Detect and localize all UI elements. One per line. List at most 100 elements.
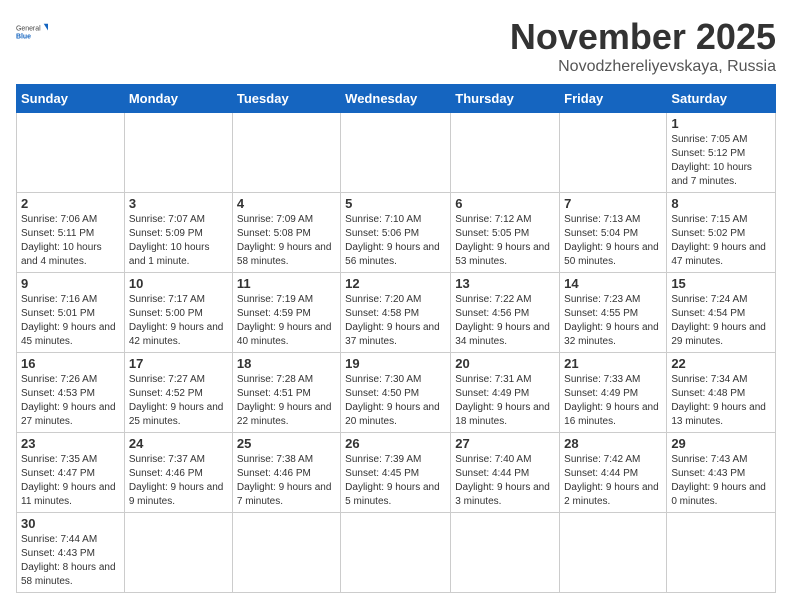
location: Novodzhereliyevskaya, Russia [510,58,776,76]
page-header: General Blue November 2025 Novodzhereliy… [16,16,776,76]
calendar-cell: 11 Sunrise: 7:19 AM Sunset: 4:59 PM Dayli… [232,273,340,353]
day-number: 11 [237,276,336,291]
calendar-week-4: 23Sunrise: 7:35 AM Sunset: 4:47 PM Dayli… [17,433,776,513]
calendar-cell [232,513,340,593]
calendar-cell: 4 Sunrise: 7:09 AM Sunset: 5:08 PM Daylig… [232,193,340,273]
day-info: Sunrise: 7:39 AM Sunset: 4:45 PM Dayligh… [345,453,446,509]
col-monday: Monday [124,85,232,113]
calendar-cell [17,113,125,193]
calendar-cell: 1 Sunrise: 7:05 AM Sunset: 5:12 PM Daylig… [667,113,776,193]
calendar-cell: 26 Sunrise: 7:39 AM Sunset: 4:45 PM Dayli… [341,433,451,513]
day-info: Sunrise: 7:05 AM Sunset: 5:12 PM Dayligh… [671,133,771,189]
calendar-cell: 25 Sunrise: 7:38 AM Sunset: 4:46 PM Dayli… [232,433,340,513]
col-thursday: Thursday [451,85,560,113]
day-number: 4 [237,196,336,211]
day-info: Sunrise: 7:17 AM Sunset: 5:00 PM Dayligh… [129,293,228,349]
day-info: Sunrise: 7:44 AM Sunset: 4:43 PM Dayligh… [21,533,120,589]
day-info: Sunrise: 7:23 AM Sunset: 4:55 PM Dayligh… [564,293,662,349]
day-number: 27 [455,436,555,451]
day-info: Sunrise: 7:06 AM Sunset: 5:11 PM Dayligh… [21,213,120,269]
col-friday: Friday [560,85,667,113]
logo: General Blue [16,16,48,48]
day-number: 30 [21,516,120,531]
calendar-cell: 8Sunrise: 7:15 AM Sunset: 5:02 PM Daylig… [667,193,776,273]
calendar-cell: 2Sunrise: 7:06 AM Sunset: 5:11 PM Daylig… [17,193,125,273]
col-tuesday: Tuesday [232,85,340,113]
calendar-cell: 9 Sunrise: 7:16 AM Sunset: 5:01 PM Daylig… [17,273,125,353]
calendar-cell: 21 Sunrise: 7:33 AM Sunset: 4:49 PM Dayli… [560,353,667,433]
calendar-cell: 17Sunrise: 7:27 AM Sunset: 4:52 PM Dayli… [124,353,232,433]
day-number: 14 [564,276,662,291]
day-number: 29 [671,436,771,451]
day-number: 15 [671,276,771,291]
day-number: 19 [345,356,446,371]
calendar-cell [667,513,776,593]
calendar-week-1: 2Sunrise: 7:06 AM Sunset: 5:11 PM Daylig… [17,193,776,273]
calendar-cell: 19 Sunrise: 7:30 AM Sunset: 4:50 PM Dayli… [341,353,451,433]
calendar-cell [124,113,232,193]
day-info: Sunrise: 7:09 AM Sunset: 5:08 PM Dayligh… [237,213,336,269]
calendar-cell: 20 Sunrise: 7:31 AM Sunset: 4:49 PM Dayli… [451,353,560,433]
day-info: Sunrise: 7:19 AM Sunset: 4:59 PM Dayligh… [237,293,336,349]
day-number: 18 [237,356,336,371]
day-info: Sunrise: 7:26 AM Sunset: 4:53 PM Dayligh… [21,373,120,429]
calendar-week-0: 1 Sunrise: 7:05 AM Sunset: 5:12 PM Daylig… [17,113,776,193]
calendar-week-3: 16 Sunrise: 7:26 AM Sunset: 4:53 PM Dayli… [17,353,776,433]
day-info: Sunrise: 7:38 AM Sunset: 4:46 PM Dayligh… [237,453,336,509]
day-number: 10 [129,276,228,291]
calendar-cell: 7Sunrise: 7:13 AM Sunset: 5:04 PM Daylig… [560,193,667,273]
calendar-cell [560,513,667,593]
day-info: Sunrise: 7:20 AM Sunset: 4:58 PM Dayligh… [345,293,446,349]
day-info: Sunrise: 7:27 AM Sunset: 4:52 PM Dayligh… [129,373,228,429]
col-sunday: Sunday [17,85,125,113]
day-info: Sunrise: 7:28 AM Sunset: 4:51 PM Dayligh… [237,373,336,429]
day-info: Sunrise: 7:10 AM Sunset: 5:06 PM Dayligh… [345,213,446,269]
day-info: Sunrise: 7:31 AM Sunset: 4:49 PM Dayligh… [455,373,555,429]
calendar-cell: 16 Sunrise: 7:26 AM Sunset: 4:53 PM Dayli… [17,353,125,433]
calendar-header: Sunday Monday Tuesday Wednesday Thursday… [17,85,776,113]
day-number: 1 [671,116,771,131]
day-number: 7 [564,196,662,211]
calendar-cell [341,513,451,593]
day-number: 20 [455,356,555,371]
calendar-cell: 12Sunrise: 7:20 AM Sunset: 4:58 PM Dayli… [341,273,451,353]
calendar-cell: 13Sunrise: 7:22 AM Sunset: 4:56 PM Dayli… [451,273,560,353]
title-block: November 2025 Novodzhereliyevskaya, Russ… [510,16,776,76]
col-wednesday: Wednesday [341,85,451,113]
day-number: 21 [564,356,662,371]
logo-svg: General Blue [16,16,48,48]
calendar-cell: 27 Sunrise: 7:40 AM Sunset: 4:44 PM Dayli… [451,433,560,513]
day-info: Sunrise: 7:15 AM Sunset: 5:02 PM Dayligh… [671,213,771,269]
calendar: Sunday Monday Tuesday Wednesday Thursday… [16,84,776,593]
day-number: 26 [345,436,446,451]
day-info: Sunrise: 7:37 AM Sunset: 4:46 PM Dayligh… [129,453,228,509]
day-number: 5 [345,196,446,211]
calendar-cell: 6Sunrise: 7:12 AM Sunset: 5:05 PM Daylig… [451,193,560,273]
month-title: November 2025 [510,16,776,58]
day-info: Sunrise: 7:43 AM Sunset: 4:43 PM Dayligh… [671,453,771,509]
day-number: 9 [21,276,120,291]
day-number: 16 [21,356,120,371]
day-info: Sunrise: 7:12 AM Sunset: 5:05 PM Dayligh… [455,213,555,269]
day-number: 23 [21,436,120,451]
calendar-cell: 23Sunrise: 7:35 AM Sunset: 4:47 PM Dayli… [17,433,125,513]
day-info: Sunrise: 7:33 AM Sunset: 4:49 PM Dayligh… [564,373,662,429]
day-info: Sunrise: 7:40 AM Sunset: 4:44 PM Dayligh… [455,453,555,509]
day-number: 25 [237,436,336,451]
day-info: Sunrise: 7:42 AM Sunset: 4:44 PM Dayligh… [564,453,662,509]
calendar-cell: 14 Sunrise: 7:23 AM Sunset: 4:55 PM Dayli… [560,273,667,353]
calendar-cell: 15Sunrise: 7:24 AM Sunset: 4:54 PM Dayli… [667,273,776,353]
svg-text:General: General [16,26,41,33]
calendar-cell [124,513,232,593]
calendar-cell: 10 Sunrise: 7:17 AM Sunset: 5:00 PM Dayli… [124,273,232,353]
calendar-cell: 22Sunrise: 7:34 AM Sunset: 4:48 PM Dayli… [667,353,776,433]
calendar-cell: 18 Sunrise: 7:28 AM Sunset: 4:51 PM Dayli… [232,353,340,433]
calendar-week-5: 30 Sunrise: 7:44 AM Sunset: 4:43 PM Dayli… [17,513,776,593]
day-number: 28 [564,436,662,451]
day-number: 3 [129,196,228,211]
calendar-cell [451,113,560,193]
day-number: 24 [129,436,228,451]
day-info: Sunrise: 7:16 AM Sunset: 5:01 PM Dayligh… [21,293,120,349]
calendar-cell: 5 Sunrise: 7:10 AM Sunset: 5:06 PM Daylig… [341,193,451,273]
day-info: Sunrise: 7:30 AM Sunset: 4:50 PM Dayligh… [345,373,446,429]
